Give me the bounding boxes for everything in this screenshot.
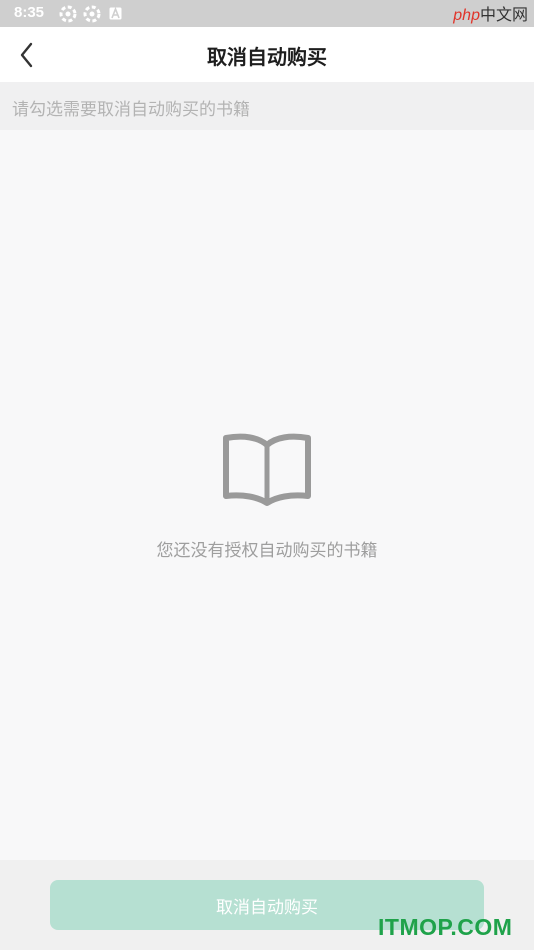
watermark-cn-text: 中文网	[479, 7, 528, 24]
selection-hint-bar: 请勾选需要取消自动购买的书籍	[0, 82, 534, 130]
status-time: 8:35	[14, 4, 45, 21]
settings-gear-icon	[83, 5, 101, 23]
status-bar: 8:35 php中文网	[0, 0, 534, 27]
settings-gear-icon	[59, 5, 77, 23]
page-title: 取消自动购买	[207, 45, 327, 69]
app-a-icon	[109, 7, 122, 20]
watermark-php-logo: php中文网	[453, 1, 528, 25]
open-book-icon	[223, 433, 311, 506]
empty-state: 您还没有授权自动购买的书籍	[0, 130, 534, 860]
watermark-itmop: ITMOP.COM	[378, 914, 513, 940]
selection-hint-text: 请勾选需要取消自动购买的书籍	[12, 100, 250, 120]
navigation-bar: 取消自动购买	[0, 27, 534, 82]
watermark-php-text: php	[453, 7, 480, 24]
empty-state-message: 您还没有授权自动购买的书籍	[156, 541, 378, 561]
